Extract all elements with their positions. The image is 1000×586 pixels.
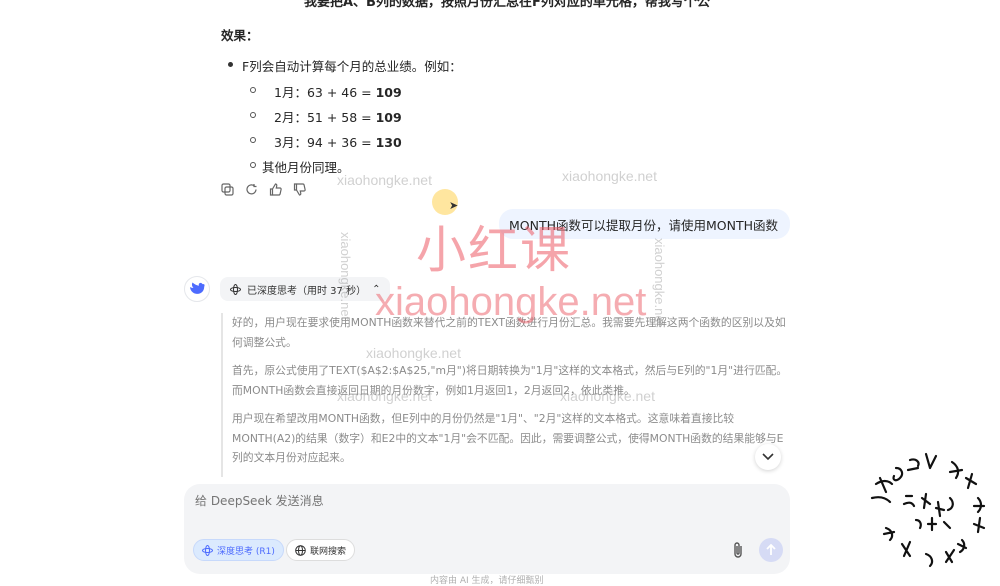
web-search-button[interactable]: 联网搜索	[286, 539, 356, 561]
handwritten-stamp	[870, 452, 986, 568]
effect-bullet-text: F列会自动计算每个月的总业绩。例如：	[242, 59, 462, 74]
copy-icon[interactable]	[220, 182, 234, 196]
regenerate-icon[interactable]	[244, 182, 258, 196]
example-text: 1月：63 + 46 =	[274, 85, 376, 100]
scroll-down-button[interactable]	[755, 444, 781, 470]
example-item: 2月：51 + 58 = 109	[250, 107, 402, 126]
reasoning-paragraph: 用户现在希望改用MONTH函数，但E列中的月份仍然是"1月"、"2月"这样的文本…	[232, 412, 784, 464]
example-text: 2月：51 + 58 =	[274, 110, 376, 125]
thinking-toggle[interactable]: 已深度思考（用时 37 秒） ⌃	[220, 277, 391, 301]
atom-icon	[202, 544, 213, 556]
watermark-text: xiaohongke.net	[366, 345, 461, 361]
atom-icon	[230, 283, 241, 295]
globe-icon	[295, 544, 306, 556]
thumbs-down-icon[interactable]	[292, 182, 306, 196]
watermark-logo: xiaohongke.net	[375, 280, 647, 324]
watermark-vertical: xiaohongke.net	[652, 238, 667, 327]
thumbs-up-icon[interactable]	[268, 182, 282, 196]
example-result: 109	[375, 110, 402, 125]
watermark-vertical: xiaohongke.net	[338, 232, 353, 321]
example-item: 3月：94 + 36 = 130	[250, 132, 402, 151]
watermark-text: xiaohongke.net	[560, 388, 655, 404]
example-item: 其他月份同理。	[250, 157, 350, 176]
example-text: 3月：94 + 36 =	[274, 135, 376, 150]
watermark-logo-cn: 小红课	[416, 221, 572, 279]
message-input[interactable]	[195, 494, 715, 508]
effect-heading: 效果：	[221, 28, 259, 43]
example-text: 其他月份同理。	[262, 160, 350, 175]
previous-prompt-line: 我要把A、B列的数据，按照月份汇总在F列对应的单元格，帮我写个公	[304, 0, 710, 10]
chevron-down-icon	[762, 453, 774, 461]
deep-think-button[interactable]: 深度思考 (R1)	[193, 539, 284, 561]
example-item: 1月：63 + 46 = 109	[250, 82, 402, 101]
send-button[interactable]	[759, 538, 783, 562]
effect-bullet: F列会自动计算每个月的总业绩。例如：	[228, 56, 462, 75]
message-actions	[220, 182, 306, 196]
paperclip-icon[interactable]	[729, 540, 747, 560]
watermark-text: xiaohongke.net	[337, 388, 432, 404]
example-result: 130	[375, 135, 402, 150]
reasoning-paragraph: 首先，原公式使用了TEXT($A$2:$A$25,"m月")将日期转换为"1月"…	[232, 364, 788, 397]
deep-think-label: 深度思考 (R1)	[217, 546, 275, 557]
watermark-text: xiaohongke.net	[337, 172, 432, 188]
deepseek-whale-icon	[184, 276, 210, 302]
reasoning-block: 好的，用户现在要求使用MONTH函数来替代之前的TEXT函数进行月份汇总。我需要…	[221, 313, 791, 477]
watermark-text: xiaohongke.net	[562, 168, 657, 184]
web-search-label: 联网搜索	[310, 546, 347, 557]
arrow-up-icon	[766, 544, 776, 555]
example-result: 109	[375, 85, 402, 100]
